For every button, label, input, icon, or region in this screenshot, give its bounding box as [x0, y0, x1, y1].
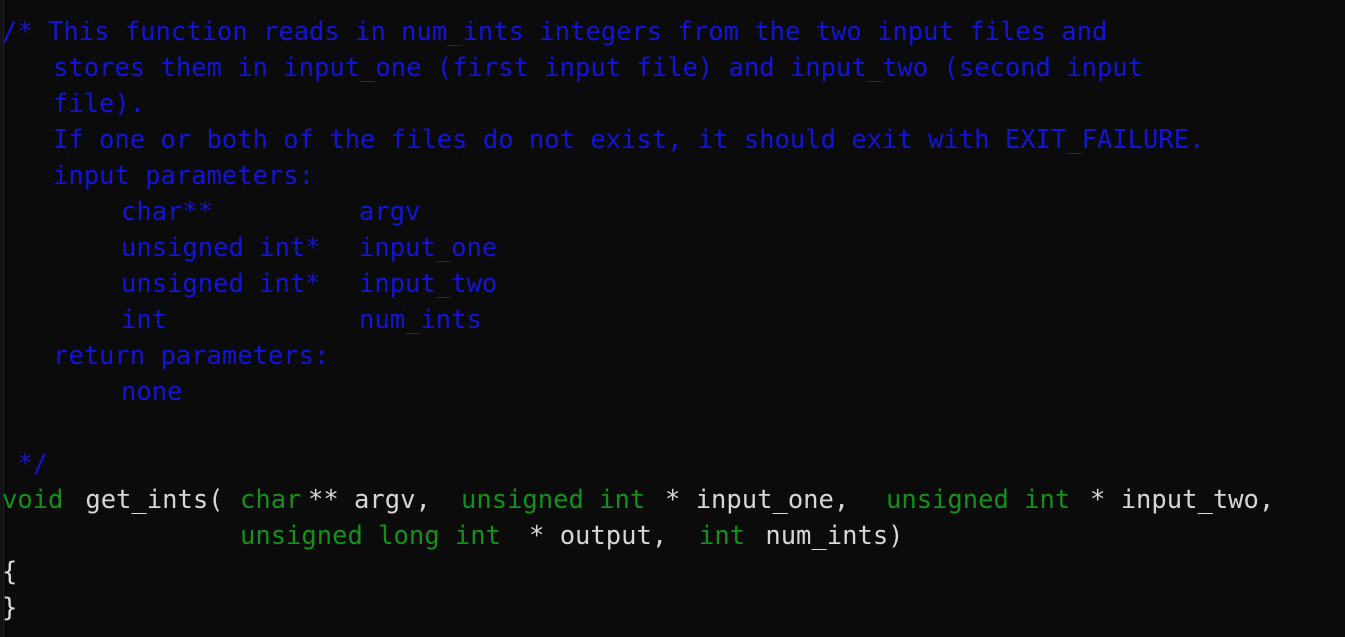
- code-token-comment: return parameters:: [53, 341, 330, 371]
- code-text-area[interactable]: /* This function reads in num_ints integ…: [0, 0, 1345, 637]
- code-editor[interactable]: /* This function reads in num_ints integ…: [0, 0, 1345, 637]
- code-token-identifier: * input_one,: [665, 485, 865, 515]
- code-token-comment: num_ints: [359, 305, 482, 335]
- code-token-keyword: char: [240, 485, 302, 515]
- code-token-keyword: int: [699, 521, 746, 551]
- code-token-keyword: unsigned int: [461, 485, 646, 515]
- code-token-comment: char**: [121, 197, 214, 227]
- code-token-comment: file).: [53, 89, 146, 119]
- code-token-comment: input parameters:: [53, 161, 314, 191]
- code-token-identifier: * input_two,: [1090, 485, 1275, 515]
- code-token-comment: input_two: [359, 269, 498, 299]
- code-token-comment: unsigned int*: [121, 233, 321, 263]
- code-token-comment: argv: [359, 197, 421, 227]
- code-token-identifier: num_ints): [750, 521, 904, 551]
- code-token-keyword: unsigned int: [886, 485, 1071, 515]
- code-token-identifier: * output,: [529, 521, 683, 551]
- code-token-comment: int: [121, 305, 168, 335]
- code-token-comment: unsigned int*: [121, 269, 321, 299]
- code-token-comment: none: [121, 377, 183, 407]
- code-token-comment: /* This function reads in num_ints integ…: [2, 17, 1108, 47]
- code-token-identifier: get_ints(: [70, 485, 224, 515]
- code-token-comment: input_one: [359, 233, 498, 263]
- code-token-comment: */: [2, 449, 49, 479]
- code-token-identifier: ** argv,: [308, 485, 447, 515]
- code-token-comment: stores them in input_one (first input fi…: [53, 53, 1144, 83]
- code-token-comment: If one or both of the files do not exist…: [53, 125, 1205, 155]
- code-token-keyword: void: [2, 485, 64, 515]
- code-token-brace: {: [2, 557, 18, 587]
- code-token-brace: }: [2, 593, 18, 623]
- code-token-keyword: unsigned long int: [240, 521, 501, 551]
